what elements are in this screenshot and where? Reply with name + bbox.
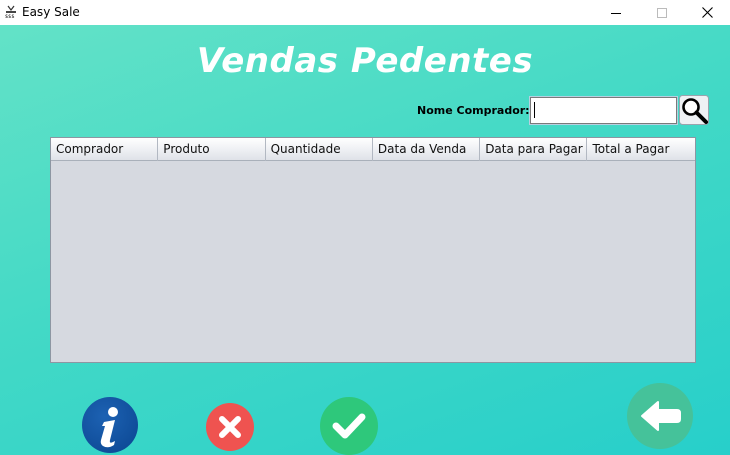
table-body[interactable]: [51, 161, 695, 362]
column-header-due-date[interactable]: Data para Pagar: [480, 138, 588, 161]
page-title: Vendas Pedentes: [196, 41, 534, 81]
check-icon: [332, 413, 366, 439]
app-logo-icon: $$$: [5, 5, 16, 18]
column-header-sale-date[interactable]: Data da Venda: [373, 138, 481, 161]
window-title: Easy Sale: [22, 5, 80, 19]
search-label: Nome Comprador:: [417, 104, 530, 117]
info-icon: [100, 407, 118, 448]
search-button[interactable]: [679, 95, 709, 125]
info-button[interactable]: [82, 397, 138, 453]
close-icon: [219, 416, 241, 438]
back-button[interactable]: [627, 383, 693, 449]
confirm-button[interactable]: [320, 397, 378, 455]
column-header-buyer[interactable]: Comprador: [51, 138, 159, 161]
column-header-product[interactable]: Produto: [158, 138, 266, 161]
buyer-name-input[interactable]: [529, 96, 678, 125]
minimize-button[interactable]: [593, 0, 639, 25]
window-titlebar: $$$ Easy Sale: [0, 0, 730, 25]
close-icon: [701, 7, 713, 18]
column-header-total[interactable]: Total a Pagar: [587, 138, 694, 161]
maximize-button[interactable]: [639, 0, 685, 25]
close-window-button[interactable]: [684, 0, 730, 25]
main-panel: Vendas Pedentes Nome Comprador: Comprado…: [0, 25, 730, 455]
sales-table[interactable]: Comprador Produto Quantidade Data da Ven…: [50, 137, 696, 363]
maximize-icon: [657, 7, 667, 18]
arrow-left-icon: [641, 401, 681, 431]
cancel-button[interactable]: [206, 403, 254, 451]
text-caret: [534, 102, 535, 118]
search-icon: [679, 95, 709, 125]
table-header: Comprador Produto Quantidade Data da Ven…: [51, 138, 695, 161]
svg-text:$$$: $$$: [5, 14, 15, 18]
column-header-quantity[interactable]: Quantidade: [266, 138, 373, 161]
minimize-icon: [611, 12, 621, 14]
